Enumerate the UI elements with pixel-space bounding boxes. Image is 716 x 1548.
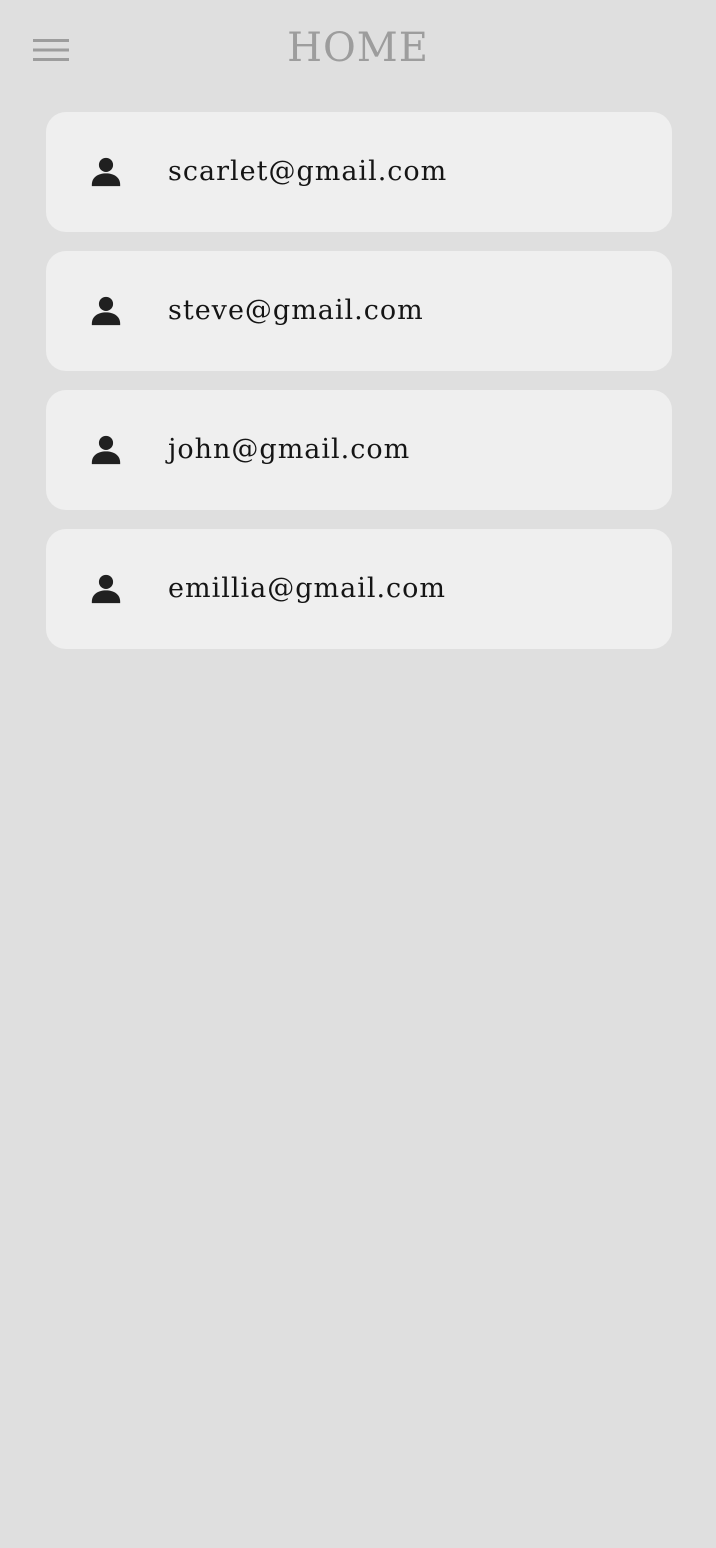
user-card-scarlet[interactable]: scarlet@gmail.com <box>46 112 672 232</box>
app-bar: HOME <box>0 0 716 98</box>
user-email: emillia@gmail.com <box>168 573 447 604</box>
user-email: steve@gmail.com <box>168 295 424 326</box>
page-title: HOME <box>287 25 429 71</box>
user-email: john@gmail.com <box>168 434 411 465</box>
person-icon <box>87 153 125 191</box>
person-icon <box>87 431 125 469</box>
user-card-john[interactable]: john@gmail.com <box>46 390 672 510</box>
person-icon <box>87 292 125 330</box>
user-email: scarlet@gmail.com <box>168 156 448 187</box>
user-list: scarlet@gmail.com steve@gmail.com john@g… <box>46 112 672 668</box>
user-card-emillia[interactable]: emillia@gmail.com <box>46 529 672 649</box>
user-card-steve[interactable]: steve@gmail.com <box>46 251 672 371</box>
person-icon <box>87 570 125 608</box>
